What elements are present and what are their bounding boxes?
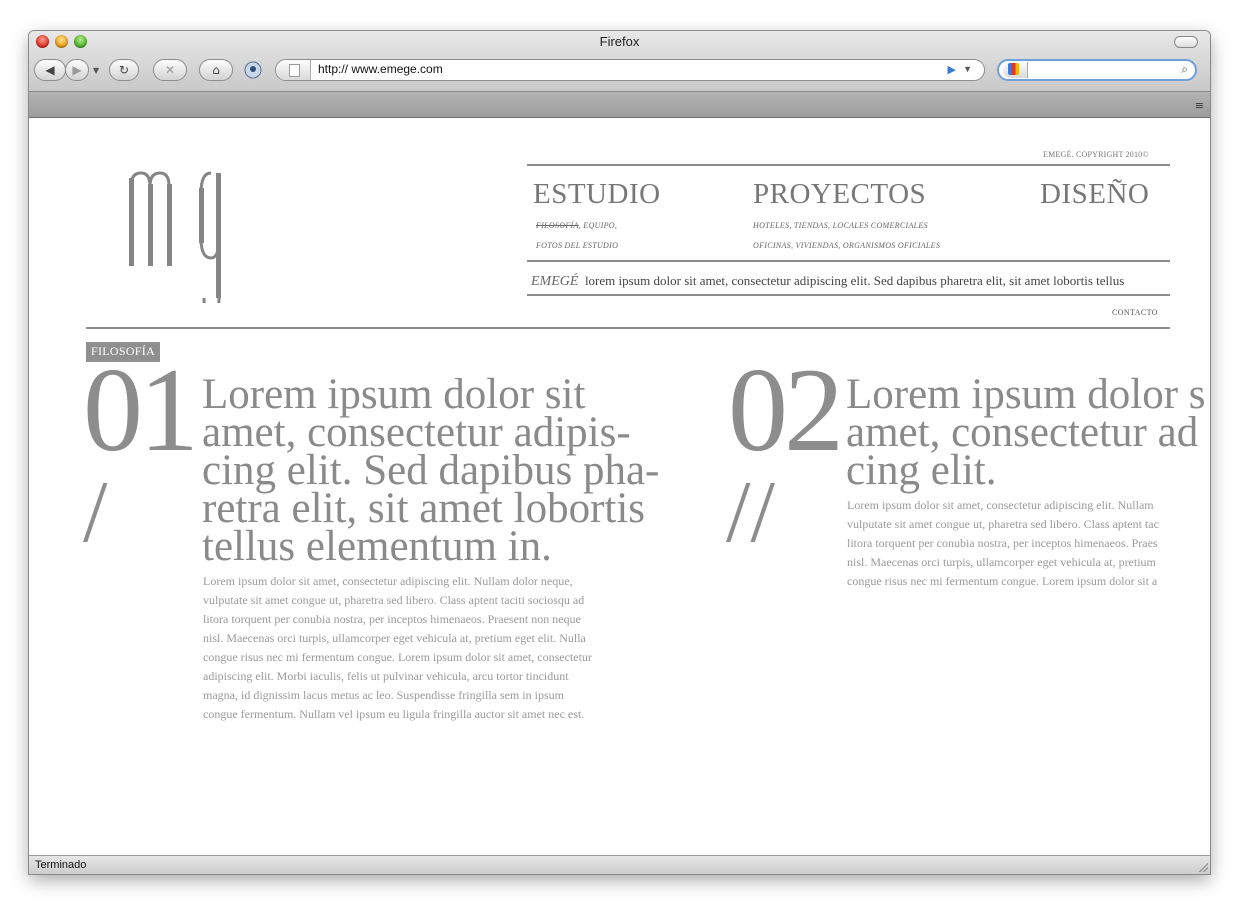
column-2-slashes: // xyxy=(726,464,775,561)
copyright-text: EMEGÉ. COPYRIGHT 2010© xyxy=(1043,150,1149,159)
column-1-slashes: / xyxy=(83,464,108,561)
reload-button[interactable]: ↻ xyxy=(109,59,139,81)
toolbar-toggle-button[interactable] xyxy=(1174,36,1198,48)
bookmarks-menu-icon[interactable]: ≡ xyxy=(1195,99,1204,112)
home-button[interactable]: ⌂ xyxy=(199,59,233,81)
nav-diseno-link[interactable]: DISEÑO xyxy=(1040,178,1149,211)
address-bar[interactable]: http:// www.emege.com ▶ ▼ xyxy=(275,59,985,81)
history-dropdown-icon[interactable]: ▼ xyxy=(93,66,99,75)
back-button[interactable]: ◀ xyxy=(34,59,66,81)
section-divider xyxy=(86,327,1170,329)
column-2-number: 02 xyxy=(728,343,844,476)
sub-link-fotos-estudio[interactable]: FOTOS DEL ESTUDIO xyxy=(536,241,618,250)
stop-icon: ✕ xyxy=(164,63,176,77)
status-text: Terminado xyxy=(35,859,87,871)
browser-chrome: Firefox ◀ ▶ ▼ ↻ ✕ ⌂ http:// www.emege.co… xyxy=(29,31,1210,118)
tagline-text: lorem ipsum dolor sit amet, consectetur … xyxy=(584,273,1125,288)
forward-arrow-icon: ▶ xyxy=(72,63,82,77)
proyectos-submenu-line-1[interactable]: HOTELES, TIENDAS, LOCALES COMERCIALES xyxy=(753,221,928,230)
page-icon xyxy=(289,64,300,77)
search-icon[interactable]: ⌕ xyxy=(1181,62,1188,77)
site-identity-button[interactable] xyxy=(276,60,311,80)
search-bar[interactable]: ⌕ xyxy=(997,59,1197,81)
sub-link-equipo[interactable]: , EQUIPO, xyxy=(579,221,617,230)
stop-button[interactable]: ✕ xyxy=(153,59,187,81)
column-2-headline: Lorem ipsum dolor s amet, consectetur ad… xyxy=(846,371,1206,494)
forward-button[interactable]: ▶ xyxy=(65,59,89,81)
nav-estudio-link[interactable]: ESTUDIO xyxy=(533,178,661,211)
tagline-top-rule xyxy=(527,260,1170,262)
header-top-rule xyxy=(527,164,1170,166)
url-text[interactable]: http:// www.emege.com xyxy=(318,62,443,76)
navigation-toolbar: ◀ ▶ ▼ ↻ ✕ ⌂ http:// www.emege.com ▶ ▼ ⌕ xyxy=(29,55,1210,91)
title-bar: Firefox xyxy=(29,31,1210,53)
url-history-dropdown-icon[interactable]: ▼ xyxy=(963,64,972,74)
tagline: EMEGÉ lorem ipsum dolor sit amet, consec… xyxy=(531,273,1124,290)
search-engine-selector[interactable] xyxy=(1003,62,1028,78)
bookmarks-toolbar: ≡ xyxy=(29,91,1210,118)
sub-link-filosofia[interactable]: FILOSOFÍA xyxy=(536,221,579,230)
tagline-brand: EMEGÉ xyxy=(531,274,579,289)
estudio-submenu-line-1: FILOSOFÍA, EQUIPO, xyxy=(536,221,617,230)
contact-link[interactable]: CONTACTO xyxy=(1112,308,1158,317)
column-1-number: 01 xyxy=(83,343,199,476)
browser-window: Firefox ◀ ▶ ▼ ↻ ✕ ⌂ http:// www.emege.co… xyxy=(29,31,1210,874)
resize-grip-icon[interactable] xyxy=(1198,862,1208,872)
go-arrow-icon[interactable]: ▶ xyxy=(948,63,956,76)
google-logo-icon xyxy=(1008,63,1019,75)
nav-proyectos-link[interactable]: PROYECTOS xyxy=(753,178,926,211)
mg-logo xyxy=(129,171,221,303)
column-1-body: Lorem ipsum dolor sit amet, consectetur … xyxy=(203,574,592,721)
chat-addon-button[interactable] xyxy=(239,59,267,81)
window-title: Firefox xyxy=(599,34,640,49)
chat-bubble-icon xyxy=(244,61,262,79)
home-icon: ⌂ xyxy=(212,63,220,77)
column-1-headline: Lorem ipsum dolor sit amet, consectetur … xyxy=(202,371,660,570)
proyectos-submenu-line-2[interactable]: OFICINAS, VIVIENDAS, ORGANISMOS OFICIALE… xyxy=(753,241,940,250)
web-page: EMEGÉ. COPYRIGHT 2010© ESTUDIO PROYECTOS… xyxy=(29,118,1208,855)
status-bar: Terminado xyxy=(29,855,1210,874)
column-2-body: Lorem ipsum dolor sit amet, consectetur … xyxy=(847,498,1159,588)
tagline-bottom-rule xyxy=(527,294,1170,296)
reload-icon: ↻ xyxy=(118,63,130,77)
back-arrow-icon: ◀ xyxy=(45,63,55,77)
